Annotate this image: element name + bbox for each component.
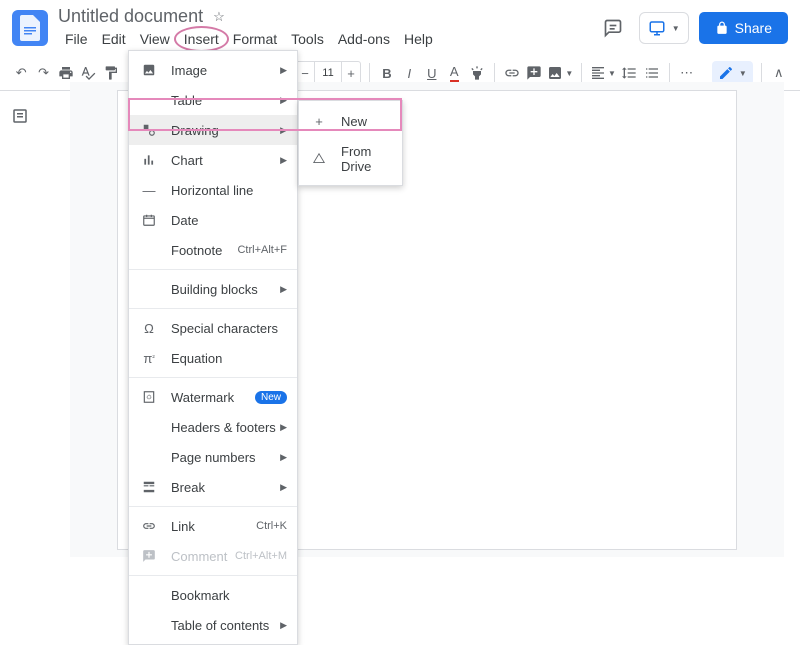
watermark-icon <box>139 388 159 406</box>
insert-chart[interactable]: Chart▶ <box>129 145 297 175</box>
present-button[interactable]: ▼ <box>639 12 689 44</box>
doc-title[interactable]: Untitled document <box>58 6 203 27</box>
chevron-right-icon: ▶ <box>280 125 287 136</box>
share-button[interactable]: Share <box>699 12 788 44</box>
insert-link[interactable]: LinkCtrl+K <box>129 511 297 541</box>
left-sidebar <box>0 82 40 552</box>
plus-icon: + <box>309 112 329 130</box>
insert-date[interactable]: Date <box>129 205 297 235</box>
font-size-decrease[interactable]: − <box>296 66 314 81</box>
menu-view[interactable]: View <box>133 28 177 50</box>
insert-page-numbers[interactable]: Page numbers▶ <box>129 442 297 472</box>
insert-horizontal-line[interactable]: —Horizontal line <box>129 175 297 205</box>
blank-icon <box>139 280 159 298</box>
blank-icon <box>139 616 159 634</box>
insert-image[interactable]: Image▶ <box>129 55 297 85</box>
insert-bookmark[interactable]: Bookmark <box>129 580 297 610</box>
drawing-new[interactable]: +New <box>299 105 402 137</box>
break-icon <box>139 478 159 496</box>
chevron-right-icon: ▶ <box>280 95 287 106</box>
drawing-from-drive[interactable]: From Drive <box>299 137 402 181</box>
menu-edit[interactable]: Edit <box>95 28 133 50</box>
insert-comment: CommentCtrl+Alt+M <box>129 541 297 571</box>
insert-table-of-contents[interactable]: Table of contents▶ <box>129 610 297 640</box>
drawing-icon <box>139 121 159 139</box>
menu-help[interactable]: Help <box>397 28 440 50</box>
insert-break[interactable]: Break▶ <box>129 472 297 502</box>
share-label: Share <box>735 20 772 36</box>
insert-special-characters[interactable]: ΩSpecial characters <box>129 313 297 343</box>
star-icon[interactable]: ☆ <box>213 9 225 25</box>
comments-history-icon[interactable] <box>597 12 629 44</box>
chart-icon <box>139 151 159 169</box>
menu-add-ons[interactable]: Add-ons <box>331 28 397 50</box>
chevron-right-icon: ▶ <box>280 284 287 295</box>
hr-icon: — <box>139 181 159 199</box>
date-icon <box>139 211 159 229</box>
comment-icon <box>139 547 159 565</box>
pi-icon: π² <box>139 349 159 367</box>
insert-headers-footers[interactable]: Headers & footers▶ <box>129 412 297 442</box>
blank-icon <box>139 586 159 604</box>
insert-footnote[interactable]: FootnoteCtrl+Alt+F <box>129 235 297 265</box>
chevron-right-icon: ▶ <box>280 482 287 493</box>
insert-equation[interactable]: π²Equation <box>129 343 297 373</box>
chevron-right-icon: ▶ <box>280 65 287 76</box>
new-badge: New <box>255 391 287 404</box>
outline-icon[interactable] <box>4 100 36 132</box>
chevron-right-icon: ▶ <box>280 155 287 166</box>
title-area: Untitled document ☆ FileEditViewInsertFo… <box>58 6 597 50</box>
menu-format[interactable]: Format <box>226 28 284 50</box>
docs-logo[interactable] <box>12 10 48 46</box>
blank-icon <box>139 448 159 466</box>
insert-table[interactable]: Table▶ <box>129 85 297 115</box>
omega-icon: Ω <box>139 319 159 337</box>
table-icon <box>139 91 159 109</box>
menu-tools[interactable]: Tools <box>284 28 331 50</box>
insert-drawing[interactable]: Drawing▶ <box>129 115 297 145</box>
insert-building-blocks[interactable]: Building blocks▶ <box>129 274 297 304</box>
chevron-right-icon: ▶ <box>280 620 287 631</box>
image-icon <box>139 61 159 79</box>
chevron-right-icon: ▶ <box>280 422 287 433</box>
menu-file[interactable]: File <box>58 28 95 50</box>
blank-icon <box>139 241 159 259</box>
blank-icon <box>139 418 159 436</box>
header: Untitled document ☆ FileEditViewInsertFo… <box>0 0 800 56</box>
insert-menu: Image▶Table▶Drawing▶Chart▶—Horizontal li… <box>128 50 298 645</box>
drawing-submenu: +NewFrom Drive <box>298 100 403 186</box>
link-icon <box>139 517 159 535</box>
insert-watermark[interactable]: WatermarkNew <box>129 382 297 412</box>
font-size-value[interactable]: 11 <box>314 62 342 84</box>
chevron-right-icon: ▶ <box>280 452 287 463</box>
font-size-increase[interactable]: + <box>342 66 360 81</box>
menu-insert[interactable]: Insert <box>177 28 226 50</box>
drive-icon <box>309 150 329 168</box>
menu-bar: FileEditViewInsertFormatToolsAdd-onsHelp <box>58 28 597 50</box>
